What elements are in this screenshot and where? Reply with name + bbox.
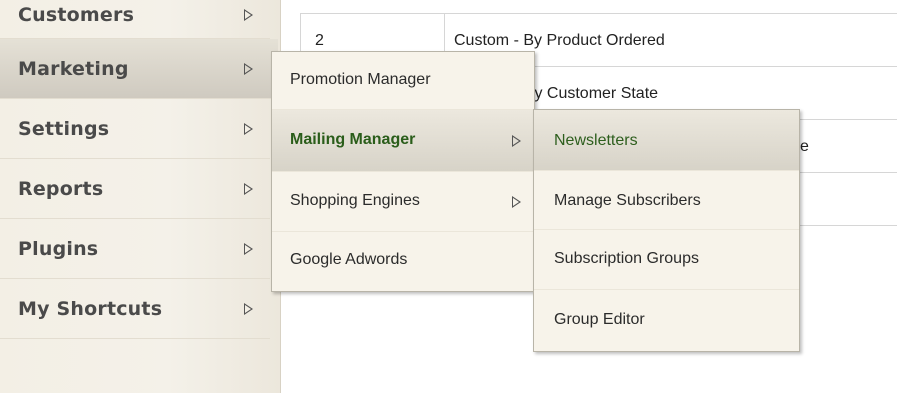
sidebar-item-label: My Shortcuts [18,298,163,320]
sidebar-item-label: Reports [18,178,104,200]
sidebar-item-marketing[interactable]: Marketing [0,39,278,99]
menu-item-label: Group Editor [554,311,645,328]
chevron-right-icon [244,243,253,255]
sidebar-item-label: Customers [18,4,135,26]
menu-item-label: Google Adwords [290,251,408,268]
menu-item-newsletters[interactable]: Newsletters [534,110,799,171]
menu-item-label: Promotion Manager [290,71,431,88]
menu-item-promotion-manager[interactable]: Promotion Manager [272,52,534,110]
chevron-right-icon [244,63,253,75]
sidebar-item-customers[interactable]: Customers [0,0,270,39]
menu-item-label: Mailing Manager [290,131,416,148]
chevron-right-icon [512,196,521,208]
sidebar-item-label: Plugins [18,238,99,260]
menu-item-label: Manage Subscribers [554,192,701,209]
sidebar-item-settings[interactable]: Settings [0,99,270,159]
row-description: Custom - By Product Ordered [454,32,665,49]
row-description: e [800,138,809,155]
menu-item-mailing-manager[interactable]: Mailing Manager [272,110,534,172]
sidebar-item-label: Settings [18,118,110,140]
sidebar-item-reports[interactable]: Reports [0,159,270,219]
menu-item-label: Subscription Groups [554,250,699,267]
chevron-right-icon [244,303,253,315]
chevron-right-icon [244,9,253,21]
sidebar-item-my-shortcuts[interactable]: My Shortcuts [0,279,270,339]
menu-item-label: Newsletters [554,132,638,149]
menu-item-label: Shopping Engines [290,192,420,209]
row-number: 2 [315,32,324,49]
chevron-right-icon [244,183,253,195]
marketing-submenu: Promotion Manager Mailing Manager Shoppi… [271,51,535,292]
chevron-right-icon [244,123,253,135]
sidebar-menu: Customers Marketing Settings Reports Plu… [0,0,281,393]
menu-item-group-editor[interactable]: Group Editor [534,290,799,351]
chevron-right-icon [512,135,521,147]
mailing-manager-submenu: Newsletters Manage Subscribers Subscript… [533,109,800,352]
menu-item-subscription-groups[interactable]: Subscription Groups [534,230,799,290]
menu-item-google-adwords[interactable]: Google Adwords [272,232,534,291]
row-description: - By Customer State [514,85,659,102]
menu-item-manage-subscribers[interactable]: Manage Subscribers [534,171,799,230]
sidebar-item-plugins[interactable]: Plugins [0,219,270,279]
menu-item-shopping-engines[interactable]: Shopping Engines [272,172,534,232]
sidebar-item-label: Marketing [18,58,129,80]
